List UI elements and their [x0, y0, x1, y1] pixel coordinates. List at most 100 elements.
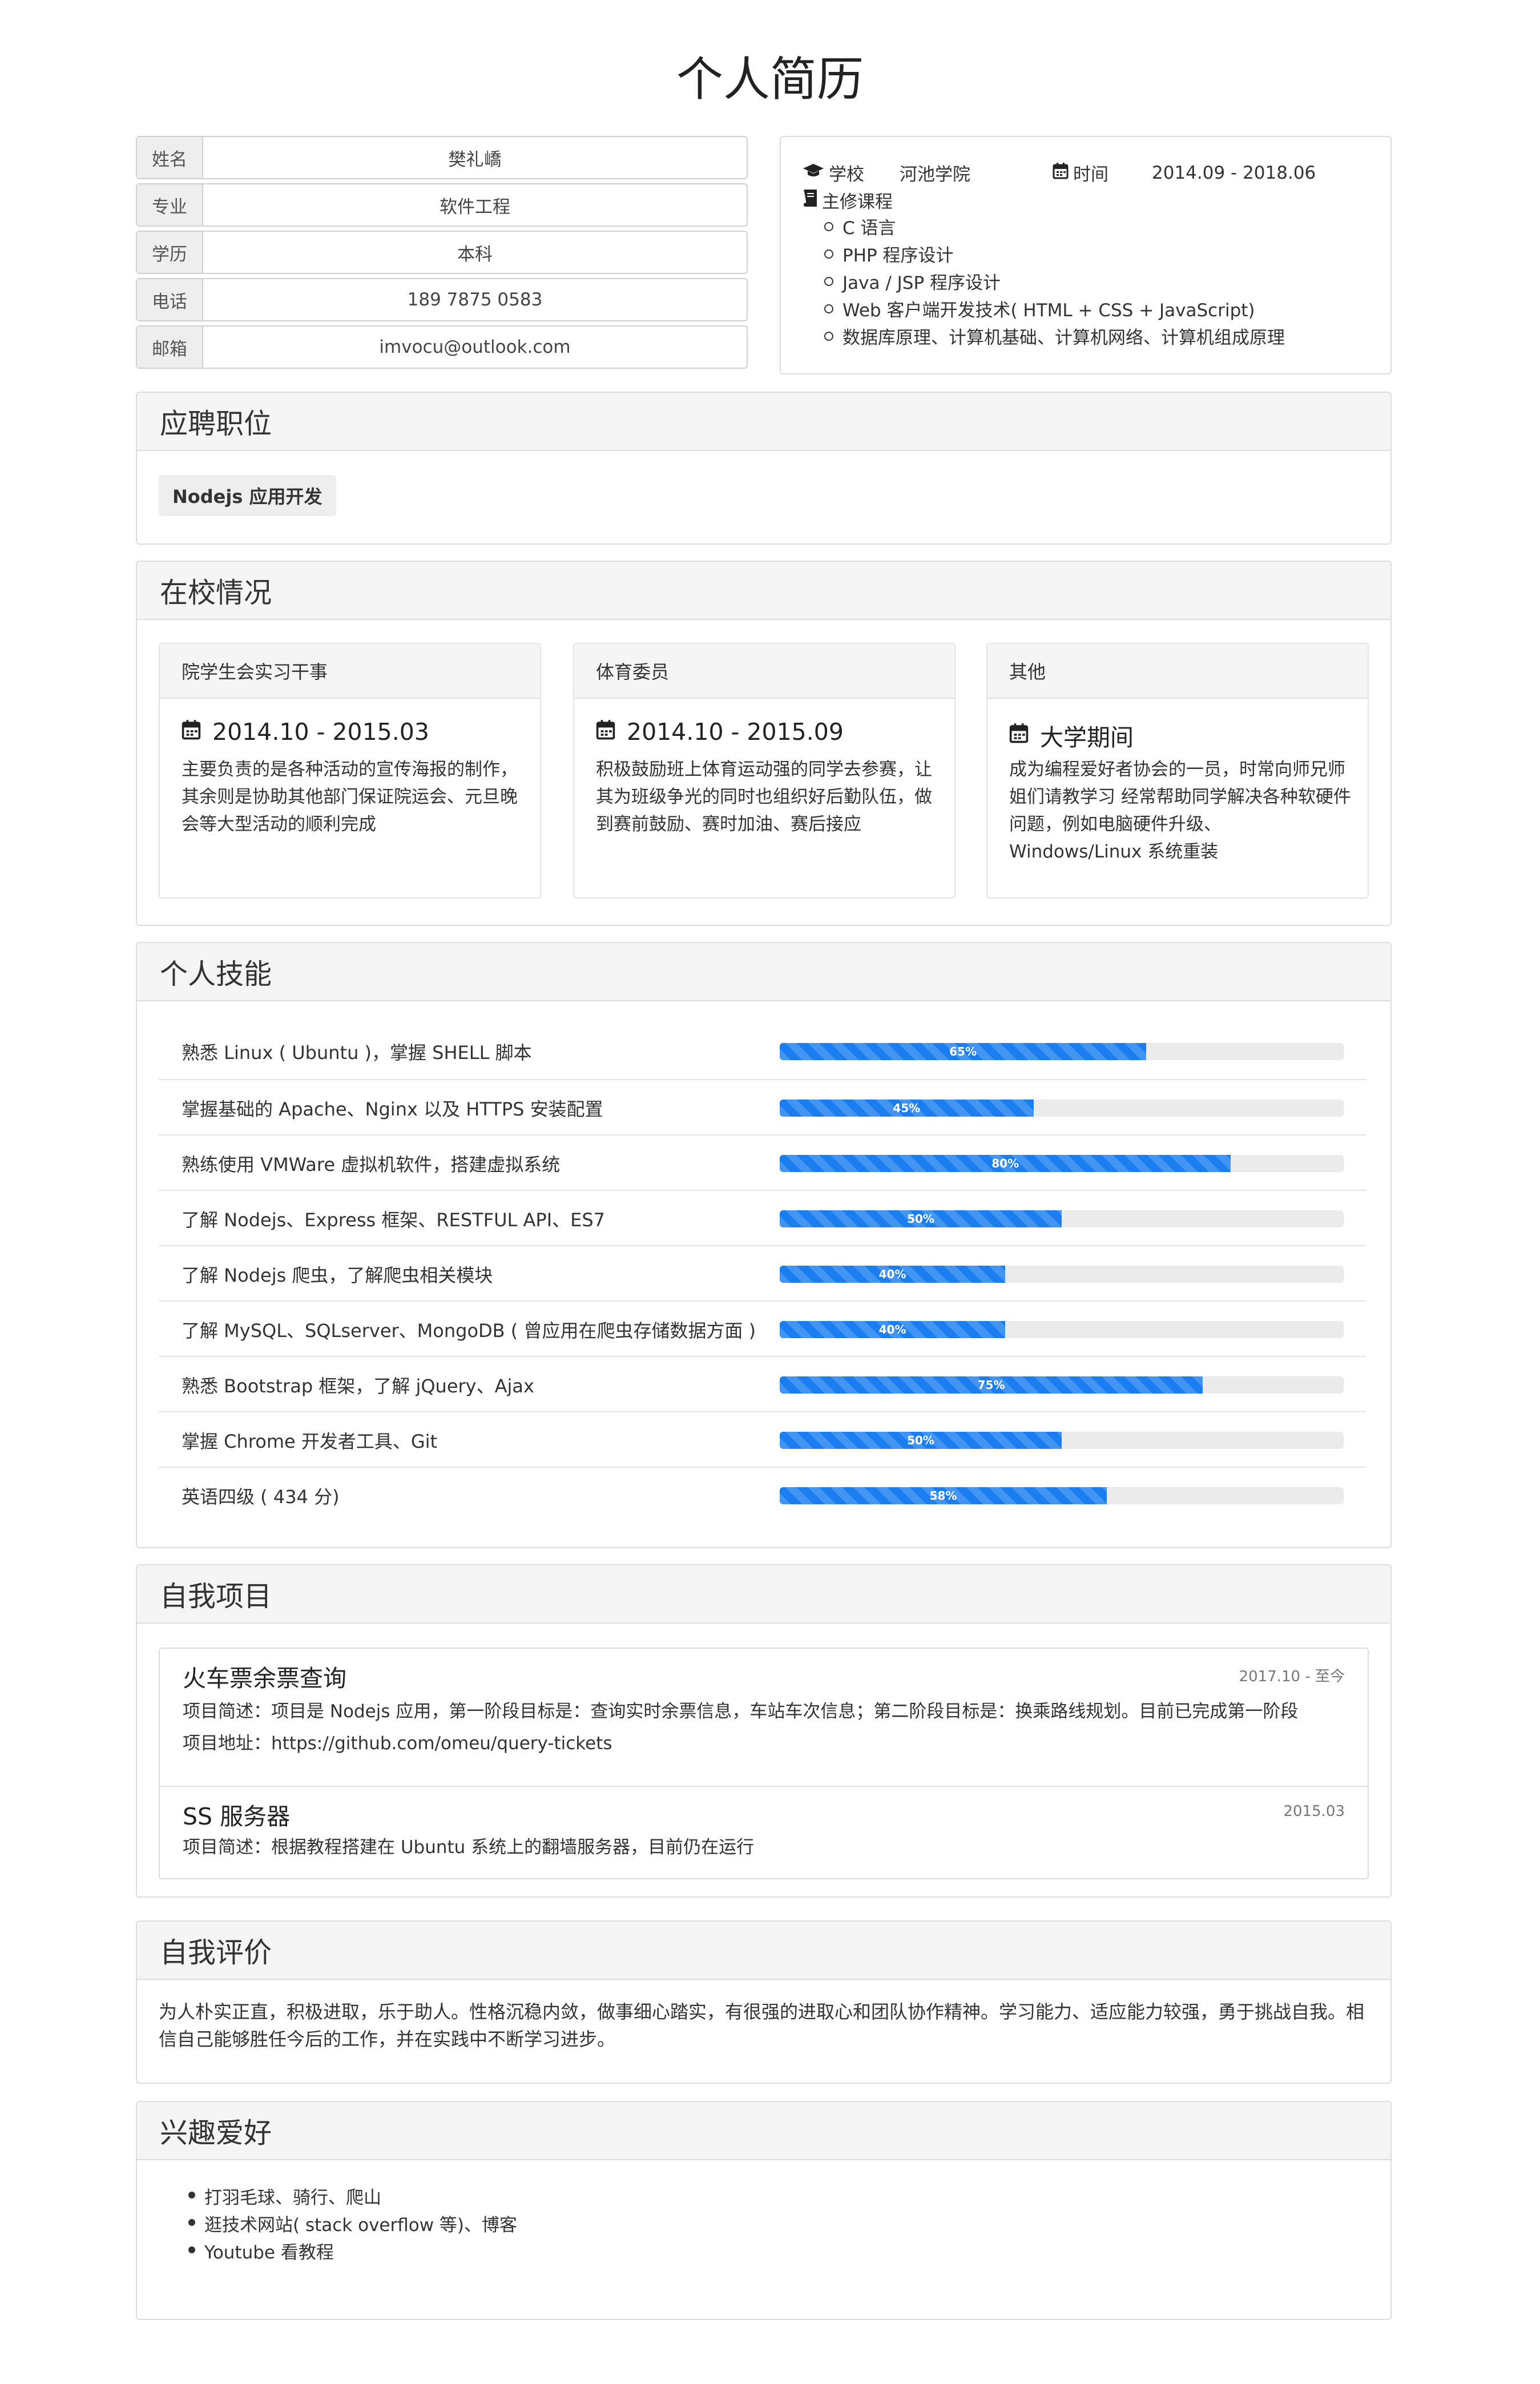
skill-row: 熟悉 Bootstrap 框架，了解 jQuery、Ajax 75%: [159, 1356, 1366, 1412]
calendar-icon: [1009, 722, 1029, 749]
card-text: 积极鼓励班上体育运动强的同学去参赛，让其为班级争光的同时也组织好后勤队伍，做到赛…: [596, 759, 932, 835]
time-value: 2014.09 - 2018.06: [1152, 162, 1316, 183]
skill-row: 掌握基础的 Apache、Nginx 以及 HTTPS 安装配置 45%: [159, 1079, 1366, 1135]
skill-label: 熟练使用 VMWare 虚拟机软件，搭建虚拟系统: [182, 1153, 561, 1175]
time-line: 时间 2014.09 - 2018.06: [1053, 160, 1316, 186]
course-item: 数据库原理、计算机基础、计算机网络、计算机组成原理: [824, 323, 1285, 349]
skill-progress-fill: 65%: [780, 1043, 1147, 1060]
project-title: 火车票余票查询: [183, 1665, 346, 1692]
resume-page: 个人简历 姓名 樊礼嶠 专业 软件工程 学历 本科 电话 189 7875 05…: [0, 0, 1540, 2384]
card-date: 2014.10 - 2015.09: [596, 718, 844, 746]
calendar-icon: [182, 718, 201, 746]
position-heading: 应聘职位: [137, 393, 1390, 451]
info-value-name: 樊礼嶠: [448, 149, 502, 170]
skill-row: 英语四级 ( 434 分) 58%: [159, 1467, 1366, 1523]
skill-progress-fill: 50%: [780, 1210, 1062, 1227]
school-label: 学校: [829, 164, 864, 185]
hobby-item: Youtube 看教程: [188, 2238, 334, 2264]
card-date: 2014.10 - 2015.03: [182, 718, 429, 746]
info-row-degree: 学历 本科: [136, 231, 748, 274]
card-date-text: 2014.10 - 2015.03: [212, 718, 429, 746]
card-date: 大学期间: [1009, 718, 1134, 752]
skill-row: 掌握 Chrome 开发者工具、Git 50%: [159, 1411, 1366, 1468]
evaluation-text: 为人朴实正直，积极进取，乐于助人。性格沉稳内敛，做事细心踏实，有很强的进取心和团…: [159, 2001, 1365, 2050]
info-value-email: imvocu@outlook.com: [379, 337, 571, 357]
info-label-name: 姓名: [137, 137, 203, 178]
info-value-degree: 本科: [457, 244, 493, 265]
info-value-phone: 189 7875 0583: [407, 289, 543, 310]
skill-label: 英语四级 ( 434 分): [182, 1485, 340, 1508]
card-date-text: 2014.10 - 2015.09: [627, 718, 844, 746]
page-title: 个人简历: [676, 53, 864, 107]
skill-label: 了解 MySQL、SQLserver、MongoDB ( 曾应用在爬虫存储数据方…: [182, 1319, 756, 1342]
campus-card: 其他 大学期间 成为编程爱好者协会的一员，时常向师兄师姐们请教学习 经常帮助同学…: [986, 643, 1369, 899]
skill-progress-bar: 45%: [780, 1100, 1344, 1117]
evaluation-heading: 自我评价: [137, 1922, 1390, 1980]
projects-heading: 自我项目: [137, 1565, 1390, 1624]
courses-label: 主修课程: [822, 192, 893, 212]
info-row-email: 邮箱 imvocu@outlook.com: [136, 325, 748, 369]
project-description: 项目简述：根据教程搭建在 Ubuntu 系统上的翻墙服务器，目前仍在运行: [183, 1837, 755, 1858]
info-row-name: 姓名 樊礼嶠: [136, 136, 748, 179]
info-label-phone: 电话: [137, 279, 203, 320]
card-date-text: 大学期间: [1040, 724, 1134, 751]
info-label-major: 专业: [137, 184, 203, 225]
skills-heading: 个人技能: [137, 943, 1390, 1001]
skill-progress-bar: 40%: [780, 1321, 1344, 1338]
skill-progress-fill: 75%: [780, 1376, 1203, 1394]
course-item: PHP 程序设计: [824, 241, 954, 267]
skill-progress-fill: 45%: [780, 1100, 1034, 1117]
project-divider: [160, 1786, 1368, 1787]
school-line: 学校 河池学院: [803, 160, 970, 186]
skill-progress-fill: 50%: [780, 1432, 1062, 1449]
school-value: 河池学院: [900, 164, 970, 185]
info-label-email: 邮箱: [137, 327, 203, 368]
course-item: Java / JSP 程序设计: [824, 268, 1001, 294]
calendar-icon: [1053, 162, 1069, 184]
education-box: 学校 河池学院 时间 2014.09 - 2018.06 主修课程 C 语言 P…: [780, 136, 1392, 374]
course-item: Web 客户端开发技术( HTML + CSS + JavaScript): [824, 296, 1255, 321]
course-item: C 语言: [824, 214, 896, 239]
project-date: 2015.03: [1283, 1803, 1345, 1820]
skill-progress-fill: 58%: [780, 1487, 1107, 1504]
book-icon: [803, 189, 817, 211]
courses-line: 主修课程: [803, 187, 893, 213]
card-title: 其他: [987, 644, 1368, 699]
campus-card: 体育委员 2014.10 - 2015.09 积极鼓励班上体育运动强的同学去参赛…: [573, 643, 956, 899]
card-title: 体育委员: [574, 644, 954, 699]
project-date: 2017.10 - 至今: [1239, 1668, 1345, 1685]
info-row-major: 专业 软件工程: [136, 183, 748, 227]
campus-card: 院学生会实习干事 2014.10 - 2015.03 主要负责的是各种活动的宣传…: [159, 643, 541, 899]
project-title: SS 服务器: [183, 1803, 291, 1830]
skill-progress-fill: 80%: [780, 1155, 1231, 1172]
info-label-degree: 学历: [137, 232, 203, 273]
skill-row: 了解 MySQL、SQLserver、MongoDB ( 曾应用在爬虫存储数据方…: [159, 1300, 1366, 1357]
skill-progress-bar: 58%: [780, 1487, 1344, 1504]
skill-progress-fill: 40%: [780, 1321, 1006, 1338]
skill-label: 掌握 Chrome 开发者工具、Git: [182, 1430, 438, 1452]
skill-row: 熟悉 Linux ( Ubuntu )，掌握 SHELL 脚本 65%: [159, 1024, 1366, 1079]
skill-label: 熟悉 Linux ( Ubuntu )，掌握 SHELL 脚本: [182, 1041, 532, 1064]
project-description: 项目简述：项目是 Nodejs 应用，第一阶段目标是：查询实时余票信息，车站车次…: [183, 1701, 1299, 1722]
info-row-phone: 电话 189 7875 0583: [136, 278, 748, 321]
info-value-major: 软件工程: [440, 196, 510, 218]
skill-progress-bar: 65%: [780, 1043, 1344, 1060]
skill-progress-bar: 80%: [780, 1155, 1344, 1172]
skill-row: 了解 Nodejs、Express 框架、RESTFUL API、ES7 50%: [159, 1190, 1366, 1246]
calendar-icon: [596, 718, 615, 746]
skill-label: 了解 Nodejs 爬虫，了解爬虫相关模块: [182, 1264, 493, 1286]
campus-heading: 在校情况: [137, 562, 1390, 620]
project-url[interactable]: 项目地址：https://github.com/omeu/query-ticke…: [183, 1729, 612, 1754]
skill-label: 掌握基础的 Apache、Nginx 以及 HTTPS 安装配置: [182, 1098, 603, 1120]
card-text: 主要负责的是各种活动的宣传海报的制作，其余则是协助其他部门保证院运会、元旦晚会等…: [182, 759, 518, 835]
project-list: 火车票余票查询 2017.10 - 至今 项目简述：项目是 Nodejs 应用，…: [159, 1648, 1369, 1879]
skill-label: 熟悉 Bootstrap 框架，了解 jQuery、Ajax: [182, 1375, 534, 1397]
position-tag: Nodejs 应用开发: [159, 475, 336, 516]
skill-progress-fill: 40%: [780, 1266, 1006, 1283]
position-panel: 应聘职位: [136, 392, 1392, 545]
time-label: 时间: [1073, 164, 1108, 185]
hobby-item: 逛技术网站( stack overflow 等)、博客: [188, 2210, 517, 2236]
skill-progress-bar: 50%: [780, 1432, 1344, 1449]
skill-progress-bar: 75%: [780, 1376, 1344, 1394]
graduation-cap-icon: [803, 163, 824, 183]
